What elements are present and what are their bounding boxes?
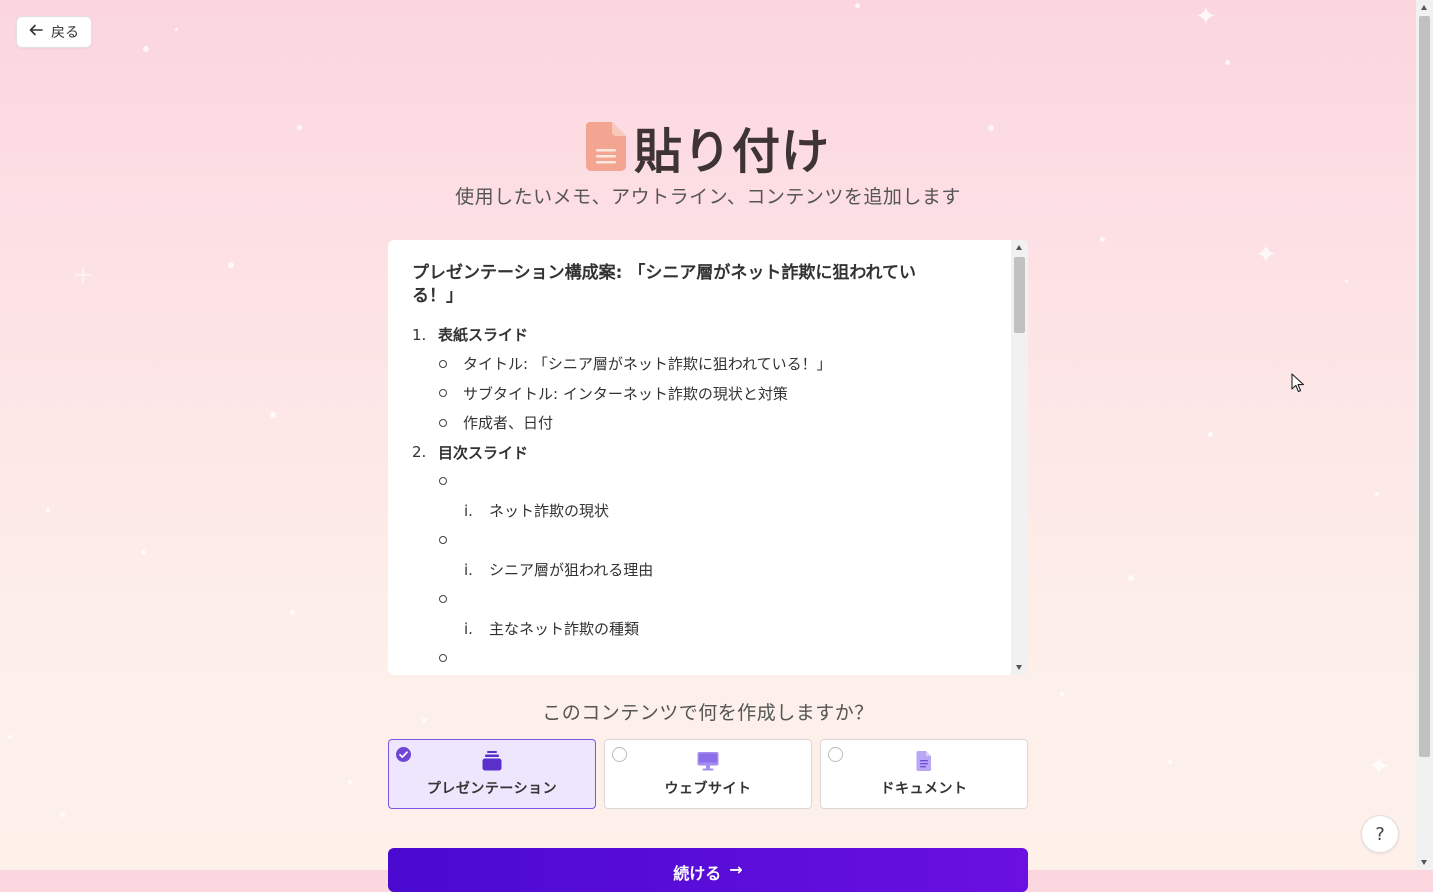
document-icon <box>913 750 935 772</box>
radio-button[interactable] <box>612 747 627 762</box>
monitor-icon <box>697 750 719 772</box>
document-heading: プレゼンテーション構成案: 「シニア層がネット詐欺に狙われてい る！」 <box>412 262 972 308</box>
radio-button[interactable] <box>828 747 843 762</box>
list-item-text: 作成者、日付 <box>463 414 554 433</box>
arrow-left-icon <box>29 23 43 41</box>
sub-list-item: i. ネット詐欺の現状 <box>412 496 972 526</box>
document-heading-line: る！」 <box>412 286 463 306</box>
roman-numeral: i. <box>464 619 473 638</box>
back-button[interactable]: 戻る <box>16 16 92 48</box>
back-button-label: 戻る <box>51 25 79 41</box>
page-title: 貼り付け <box>633 124 830 180</box>
section-number: 2. <box>412 443 427 461</box>
list-item-text: サブタイトル: インターネット詐欺の現状と対策 <box>463 384 788 403</box>
section-heading: 1. 表紙スライド <box>412 320 972 349</box>
document-heading-line: プレゼンテーション構成案: 「シニア層がネット詐欺に狙われてい <box>412 263 917 283</box>
list-item: サブタイトル: インターネット詐欺の現状と対策 <box>412 379 972 409</box>
page-header: 貼り付け <box>0 112 1416 182</box>
bullet-icon <box>439 389 447 398</box>
scroll-down-arrow-icon[interactable] <box>1016 665 1022 670</box>
sub-list-item: i. 主なネット詐欺の種類 <box>412 614 972 644</box>
continue-button-label: 続ける <box>673 864 722 883</box>
help-button[interactable]: ? <box>1361 815 1399 853</box>
section-number: 1. <box>412 325 427 344</box>
page-scrollbar-thumb[interactable] <box>1419 16 1430 757</box>
bullet-icon <box>439 654 447 663</box>
page-subtitle: 使用したいメモ、アウトライン、コンテンツを追加します <box>455 186 961 208</box>
sub-list-item-text: 主なネット詐欺の種類 <box>489 620 640 639</box>
page-scrollbar[interactable] <box>1416 0 1433 870</box>
mouse-cursor-icon <box>1291 373 1305 393</box>
document-icon <box>585 122 626 172</box>
section-heading: 2. 目次スライド <box>412 438 972 467</box>
option-label: プレゼンテーション <box>426 781 558 797</box>
list-item <box>412 526 972 556</box>
scroll-up-arrow-icon[interactable] <box>1016 245 1022 250</box>
list-item <box>412 467 972 497</box>
editor-content[interactable]: プレゼンテーション構成案: 「シニア層がネット詐欺に狙われてい る！」 1. 表… <box>412 262 972 673</box>
list-item: 作成者、日付 <box>412 408 972 438</box>
continue-button[interactable]: 続ける → <box>388 848 1028 892</box>
list-item <box>412 644 972 674</box>
list-item <box>412 585 972 615</box>
roman-numeral: i. <box>464 560 473 579</box>
check-icon[interactable] <box>396 747 411 762</box>
option-label: ウェブサイト <box>664 781 752 797</box>
sub-list-item-text: ネット詐欺の現状 <box>489 502 610 521</box>
editor-scrollbar-thumb[interactable] <box>1014 257 1025 333</box>
option-website[interactable]: ウェブサイト <box>604 739 812 809</box>
option-document[interactable]: ドキュメント <box>820 739 1028 809</box>
presentation-stack-icon <box>481 750 503 772</box>
scroll-up-arrow-icon[interactable] <box>1421 5 1427 10</box>
option-label: ドキュメント <box>880 781 968 797</box>
content-type-question: このコンテンツで何を作成しますか？ <box>542 702 874 724</box>
bullet-icon <box>439 477 447 486</box>
section-title: 目次スライド <box>438 443 529 462</box>
scroll-down-arrow-icon[interactable] <box>1421 860 1427 865</box>
bullet-icon <box>439 359 447 368</box>
bullet-icon <box>439 536 447 545</box>
arrow-right-icon: → <box>729 860 743 879</box>
list-item: タイトル: 「シニア層がネット詐欺に狙われている！」 <box>412 349 972 379</box>
list-item-text: タイトル: 「シニア層がネット詐欺に狙われている！」 <box>463 355 832 374</box>
option-presentation[interactable]: プレゼンテーション <box>388 739 596 809</box>
content-editor[interactable]: プレゼンテーション構成案: 「シニア層がネット詐欺に狙われてい る！」 1. 表… <box>388 240 1028 675</box>
sub-list-item-text: シニア層が狙われる理由 <box>489 561 654 580</box>
bullet-icon <box>439 418 447 427</box>
roman-numeral: i. <box>464 501 473 520</box>
editor-scrollbar[interactable] <box>1011 240 1028 675</box>
section-title: 表紙スライド <box>438 326 529 344</box>
sub-list-item: i. シニア層が狙われる理由 <box>412 555 972 585</box>
bullet-icon <box>439 595 447 604</box>
